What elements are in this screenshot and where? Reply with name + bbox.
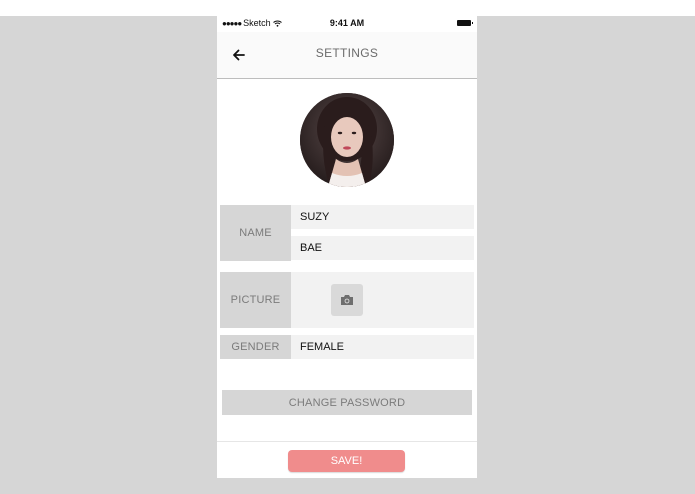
status-time: 9:41 AM bbox=[329, 18, 365, 28]
avatar-portrait bbox=[300, 93, 394, 187]
picture-label: PICTURE bbox=[220, 272, 291, 328]
footer-divider bbox=[217, 441, 477, 442]
profile-avatar[interactable] bbox=[300, 93, 394, 187]
top-margin bbox=[0, 0, 695, 16]
battery-icon bbox=[457, 20, 473, 26]
status-bar: ●●●●● Sketch 9:41 AM bbox=[217, 16, 477, 32]
camera-button[interactable] bbox=[331, 284, 363, 316]
gender-label: GENDER bbox=[220, 335, 291, 359]
nav-bar: SETTINGS bbox=[217, 32, 477, 79]
phone-screen: ●●●●● Sketch 9:41 AM SETTINGS NAME SUZY … bbox=[217, 16, 477, 478]
last-name-field[interactable]: BAE bbox=[291, 236, 474, 260]
picture-field bbox=[291, 272, 474, 328]
name-label: NAME bbox=[220, 205, 291, 261]
first-name-field[interactable]: SUZY bbox=[291, 205, 474, 229]
camera-icon bbox=[341, 295, 353, 305]
change-password-button[interactable]: CHANGE PASSWORD bbox=[222, 390, 472, 415]
gender-field[interactable]: FEMALE bbox=[291, 335, 474, 359]
page-title: SETTINGS bbox=[315, 46, 379, 60]
save-button[interactable]: SAVE! bbox=[288, 450, 405, 472]
